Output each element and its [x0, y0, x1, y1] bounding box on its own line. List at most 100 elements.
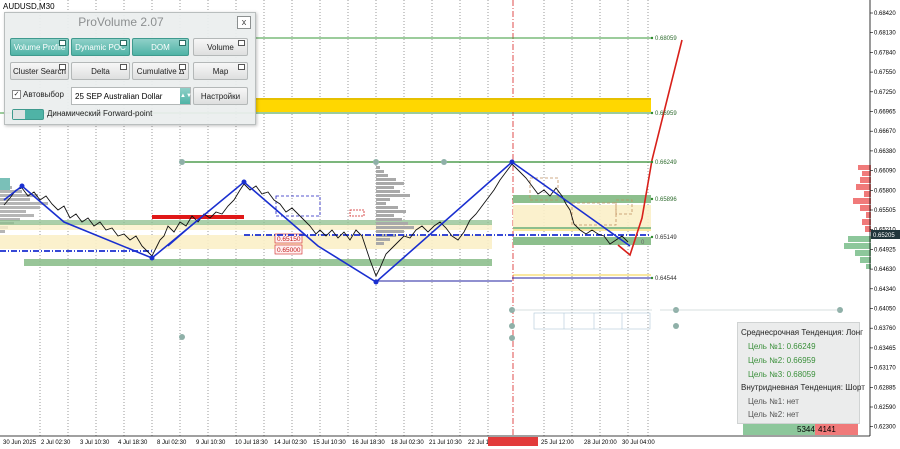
price-axis-label: 0.66380	[874, 149, 896, 155]
time-axis-label: 30 Jul 04:00	[622, 440, 655, 446]
delta-label: Delta	[91, 67, 110, 76]
price-axis-label: 0.67250	[874, 90, 896, 96]
level-label-6: 0.64544	[655, 276, 677, 282]
price-axis-label: 0.66670	[874, 129, 896, 135]
window-icon	[59, 40, 66, 46]
dom-label: DOM	[151, 43, 170, 52]
time-axis: 30 Jun 2025 2 Jul 02:30 3 Jul 10:30 4 Jul 1…	[3, 440, 655, 446]
panel-title: ProVolume 2.07	[78, 15, 164, 29]
chevron-updown-icon[interactable]: ▲▼	[180, 88, 192, 104]
price-axis-label: 0.62885	[874, 385, 896, 391]
time-axis-label: 10 Jul 18:30	[235, 440, 268, 446]
cumulative-delta-button[interactable]: Cumulative Δ	[132, 62, 189, 80]
dom-button[interactable]: DOM	[132, 38, 189, 56]
price-axis-label: 0.66965	[874, 110, 896, 116]
red-level-bar	[152, 215, 244, 219]
price-axis-label: 0.65505	[874, 208, 896, 214]
trend-info-panel: Среднесрочная Тенденция: Лонг Цель №1: 0…	[737, 322, 865, 424]
dynamic-poc-button[interactable]: Dynamic POC	[71, 38, 130, 56]
cluster-search-label: Cluster Search	[13, 67, 66, 76]
instrument-select[interactable]: 25 SEP Australian Dollar ▲▼	[71, 87, 192, 105]
green-band-lower	[24, 259, 492, 266]
autoselect-label: Автовыбор	[23, 90, 64, 99]
price-axis-label: 0.68130	[874, 31, 896, 37]
level-label-5: 0.65149	[655, 235, 677, 241]
price-axis-label: 0.64630	[874, 267, 896, 273]
window-icon	[238, 40, 245, 46]
time-axis-label: 16 Jul 18:30	[352, 440, 385, 446]
volume-button[interactable]: Volume	[193, 38, 248, 56]
toggle-knob	[13, 110, 25, 119]
window-icon	[59, 64, 66, 70]
price-axis-label: 0.63465	[874, 346, 896, 352]
time-axis-label: 21 Jul 10:30	[429, 440, 462, 446]
window-icon	[179, 64, 186, 70]
forward-point-toggle[interactable]	[12, 109, 44, 120]
window-icon	[179, 40, 186, 46]
time-axis-label: 9 Jul 10:30	[196, 440, 226, 446]
map-button[interactable]: Map	[193, 62, 248, 80]
level-label-1: 0.68059	[655, 36, 677, 42]
close-button[interactable]: x	[237, 16, 251, 29]
checkbox-check-icon: ✓	[12, 90, 21, 100]
time-axis-label: 18 Jul 02:30	[391, 440, 424, 446]
time-axis-label: 8 Jul 02:30	[157, 440, 187, 446]
time-axis-label: 28 Jul 20:00	[584, 440, 617, 446]
dynamic-poc-label: Dynamic POC	[75, 43, 126, 52]
instrument-value: 25 SEP Australian Dollar	[75, 92, 163, 101]
provolume-panel: ProVolume 2.07 x Volume Profile Dynamic …	[4, 12, 256, 125]
price-box-1-label: 0.65150	[277, 236, 301, 243]
target-3-text: Цель №3: 0.68059	[748, 370, 816, 379]
map-label: Map	[212, 67, 229, 76]
symbol-label: AUDUSD,M30	[3, 2, 55, 11]
price-axis-label: 0.64925	[874, 247, 896, 253]
sell-volume-value: 4141	[818, 425, 836, 434]
volume-profile-button[interactable]: Volume Profile	[10, 38, 69, 56]
time-axis-label: 4 Jul 18:30	[118, 440, 148, 446]
price-axis-label: 0.62300	[874, 425, 896, 431]
time-axis-label: 2 Jul 02:30	[41, 440, 71, 446]
target-1-text: Цель №1: 0.66249	[748, 342, 816, 351]
time-axis-label: 25 Jul 12:00	[541, 440, 574, 446]
cluster-search-button[interactable]: Cluster Search	[10, 62, 69, 80]
price-axis-label: 0.67840	[874, 50, 896, 56]
level-label-2: 0.66959	[655, 111, 677, 117]
yellow-target-zone	[254, 98, 651, 112]
price-axis-label: 0.68420	[874, 11, 896, 17]
current-price-label: 0.65205	[873, 233, 895, 239]
volume-profile-label: Volume Profile	[13, 43, 66, 52]
level-label-4: 0.65896	[655, 197, 677, 203]
time-axis-label: 30 Jun 2025	[3, 440, 37, 446]
time-axis-label: 15 Jul 10:30	[313, 440, 346, 446]
settings-label: Настройки	[200, 92, 241, 101]
price-axis-label: 0.65800	[874, 188, 896, 194]
intraday-target-2-text: Цель №2: нет	[748, 410, 799, 419]
target-2-text: Цель №2: 0.66959	[748, 356, 816, 365]
price-axis-label: 0.62590	[874, 405, 896, 411]
volume-label: Volume	[207, 43, 234, 52]
autoselect-checkbox[interactable]: ✓ Автовыбор	[12, 90, 64, 100]
time-highlight-tag	[488, 437, 538, 446]
volume-balance-bar: 5344 4141	[743, 424, 858, 435]
window-icon	[120, 40, 127, 46]
price-axis-label: 0.64340	[874, 287, 896, 293]
price-axis-label: 0.63170	[874, 366, 896, 372]
price-axis-label: 0.64050	[874, 307, 896, 313]
medium-trend-text: Среднесрочная Тенденция: Лонг	[741, 328, 864, 337]
cumulative-delta-label: Cumulative Δ	[136, 67, 185, 76]
window-icon	[120, 64, 127, 70]
buy-volume-value: 5344	[797, 425, 815, 434]
price-axis-label: 0.66090	[874, 169, 896, 175]
price-axis-label: 0.67550	[874, 70, 896, 76]
level-label-3: 0.66249	[655, 160, 677, 166]
time-axis-label: 14 Jul 02:30	[274, 440, 307, 446]
intraday-target-1-text: Цель №1: нет	[748, 397, 799, 406]
time-axis-label: 3 Jul 10:30	[80, 440, 110, 446]
price-axis-label: 0.63760	[874, 326, 896, 332]
intraday-trend-text: Внутридневная Тенденция: Шорт	[741, 383, 865, 392]
window-icon	[238, 64, 245, 70]
price-box-2-label: 0.65000	[277, 247, 301, 254]
delta-button[interactable]: Delta	[71, 62, 130, 80]
forward-point-label: Динамический Forward-point	[47, 109, 153, 118]
settings-button[interactable]: Настройки	[193, 87, 248, 105]
